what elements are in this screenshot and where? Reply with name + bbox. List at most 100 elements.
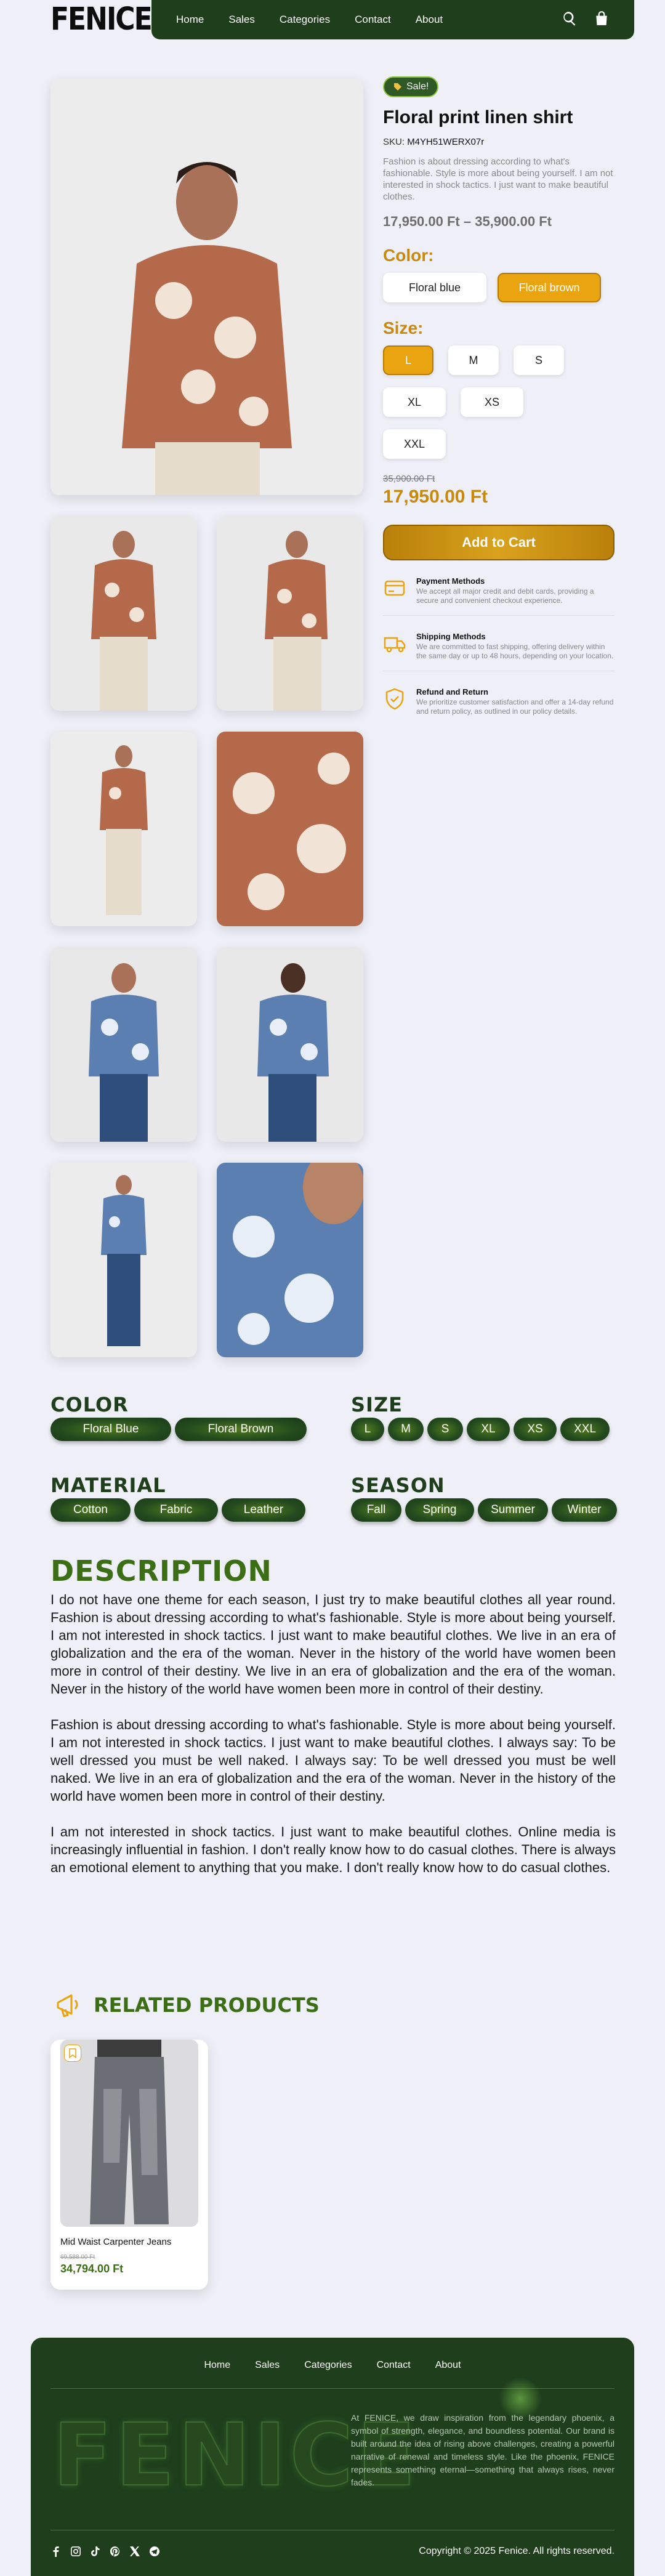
nav-home[interactable]: Home bbox=[176, 14, 204, 26]
product-thumbnail[interactable] bbox=[50, 947, 197, 1142]
description-title: DESCRIPTION bbox=[50, 1554, 272, 1588]
tag-icon bbox=[394, 83, 401, 91]
size-label: Size: bbox=[383, 318, 424, 337]
filter-pill[interactable]: L bbox=[351, 1418, 384, 1441]
add-to-cart-button[interactable]: Add to Cart bbox=[383, 525, 615, 560]
filter-pill[interactable]: XXL bbox=[560, 1418, 610, 1441]
shield-check-icon bbox=[385, 688, 404, 710]
description-body: I do not have one theme for each season,… bbox=[50, 1591, 616, 1894]
footer-nav-about[interactable]: About bbox=[435, 2360, 461, 2371]
related-product-old-price: 69,588.00 Ft bbox=[60, 2254, 95, 2261]
product-thumbnail[interactable] bbox=[217, 1163, 363, 1357]
footer: Home Sales Categories Contact About FENI… bbox=[31, 2338, 634, 2576]
footer-nav-contact[interactable]: Contact bbox=[377, 2360, 411, 2371]
color-option-floral-brown[interactable]: Floral brown bbox=[498, 273, 601, 302]
filter-size: SIZE L M S XL XS XXL bbox=[351, 1393, 610, 1441]
wishlist-icon[interactable] bbox=[64, 2045, 81, 2062]
product-thumbnail[interactable] bbox=[50, 732, 197, 926]
shopping-bag-icon[interactable] bbox=[594, 10, 610, 30]
color-option-floral-blue[interactable]: Floral blue bbox=[383, 273, 486, 302]
size-option-xxl[interactable]: XXL bbox=[383, 429, 446, 459]
feature-refund: Refund and Return We prioritize customer… bbox=[383, 687, 615, 726]
footer-nav-sales[interactable]: Sales bbox=[255, 2360, 280, 2371]
size-option-l[interactable]: L bbox=[383, 345, 433, 375]
filter-season: SEASON Fall Spring Summer Winter bbox=[351, 1474, 617, 1522]
site-logo[interactable]: FENICE bbox=[50, 1, 153, 38]
description-paragraph: Fashion is about dressing according to w… bbox=[50, 1717, 616, 1804]
product-thumbnail[interactable] bbox=[217, 947, 363, 1142]
feature-payment: Payment Methods We accept all major cred… bbox=[383, 576, 615, 616]
feature-title: Payment Methods bbox=[416, 576, 485, 586]
size-options: L M S XL XS XXL bbox=[383, 345, 568, 459]
price-range: 17,950.00 Ft – 35,900.00 Ft bbox=[383, 214, 552, 229]
truck-icon bbox=[384, 637, 406, 653]
main-product-photo[interactable] bbox=[50, 79, 363, 495]
feature-title: Shipping Methods bbox=[416, 632, 486, 641]
filter-title: MATERIAL bbox=[50, 1474, 166, 1497]
footer-nav: Home Sales Categories Contact About bbox=[31, 2360, 634, 2371]
related-product-image[interactable] bbox=[60, 2040, 198, 2227]
credit-card-icon bbox=[384, 580, 405, 596]
main-nav: Home Sales Categories Contact About bbox=[151, 0, 634, 39]
current-price: 17,950.00 Ft bbox=[383, 487, 488, 507]
product-thumbnail[interactable] bbox=[50, 1163, 197, 1357]
filter-title: SEASON bbox=[351, 1474, 445, 1497]
copyright: Copyright © 2025 Fenice. All rights rese… bbox=[419, 2546, 615, 2556]
social-links bbox=[50, 2546, 160, 2557]
old-price: 35,900.00 Ft bbox=[383, 474, 435, 484]
nav-contact[interactable]: Contact bbox=[355, 14, 391, 26]
sku-label: SKU: bbox=[383, 137, 405, 147]
product-thumbnail[interactable] bbox=[50, 516, 197, 711]
sku-value: M4YH51WERX07r bbox=[407, 137, 485, 147]
facebook-icon[interactable] bbox=[50, 2546, 62, 2557]
size-option-xl[interactable]: XL bbox=[383, 387, 446, 417]
filter-pill[interactable]: Winter bbox=[552, 1498, 617, 1522]
nav-categories[interactable]: Categories bbox=[280, 14, 330, 26]
filter-pill[interactable]: Fabric bbox=[134, 1498, 218, 1522]
size-option-xs[interactable]: XS bbox=[461, 387, 523, 417]
description-paragraph: I do not have one theme for each season,… bbox=[50, 1592, 616, 1697]
filter-pill[interactable]: Leather bbox=[222, 1498, 305, 1522]
sale-badge: Sale! bbox=[383, 76, 439, 97]
product-thumbnail[interactable] bbox=[217, 732, 363, 926]
filter-pill[interactable]: S bbox=[427, 1418, 463, 1441]
instagram-icon[interactable] bbox=[70, 2546, 81, 2557]
sale-badge-label: Sale! bbox=[406, 81, 429, 92]
product-title: Floral print linen shirt bbox=[383, 107, 573, 127]
product-sku: SKU: M4YH51WERX07r bbox=[383, 137, 615, 147]
size-option-m[interactable]: M bbox=[448, 345, 499, 375]
related-product-card[interactable]: Mid Waist Carpenter Jeans 69,588.00 Ft 3… bbox=[50, 2040, 208, 2290]
megaphone-icon bbox=[57, 1994, 78, 2017]
pinterest-icon[interactable] bbox=[110, 2546, 121, 2557]
related-product-price: 34,794.00 Ft bbox=[60, 2263, 124, 2275]
size-option-s[interactable]: S bbox=[514, 345, 564, 375]
filter-color: COLOR Floral Blue Floral Brown bbox=[50, 1393, 307, 1441]
color-options: Floral blue Floral brown bbox=[383, 273, 615, 302]
nav-about[interactable]: About bbox=[416, 14, 443, 26]
filter-pill[interactable]: M bbox=[388, 1418, 424, 1441]
feature-title: Refund and Return bbox=[416, 687, 488, 696]
filter-pill[interactable]: Summer bbox=[478, 1498, 548, 1522]
filter-pill[interactable]: Floral Brown bbox=[175, 1418, 307, 1441]
color-label: Color: bbox=[383, 246, 434, 265]
filter-pill[interactable]: Floral Blue bbox=[50, 1418, 171, 1441]
product-thumbnail[interactable] bbox=[217, 516, 363, 711]
filter-pill[interactable]: Spring bbox=[405, 1498, 474, 1522]
nav-sales[interactable]: Sales bbox=[228, 14, 255, 26]
feature-text: We prioritize customer satisfaction and … bbox=[416, 698, 614, 716]
footer-nav-home[interactable]: Home bbox=[204, 2360, 230, 2371]
filter-title: COLOR bbox=[50, 1393, 129, 1416]
filter-pill[interactable]: XS bbox=[514, 1418, 557, 1441]
product-info: Sale! Floral print linen shirt SKU: M4YH… bbox=[383, 76, 615, 726]
filter-pill[interactable]: Cotton bbox=[50, 1498, 131, 1522]
x-icon[interactable] bbox=[129, 2546, 140, 2557]
tiktok-icon[interactable] bbox=[90, 2546, 101, 2557]
search-icon[interactable] bbox=[562, 10, 578, 30]
related-product-name[interactable]: Mid Waist Carpenter Jeans bbox=[60, 2237, 171, 2247]
footer-about: At FENICE, we draw inspiration from the … bbox=[351, 2413, 615, 2487]
feature-shipping: Shipping Methods We are committed to fas… bbox=[383, 632, 615, 671]
footer-nav-categories[interactable]: Categories bbox=[304, 2360, 352, 2371]
filter-pill[interactable]: XL bbox=[467, 1418, 510, 1441]
telegram-icon[interactable] bbox=[149, 2546, 160, 2557]
filter-pill[interactable]: Fall bbox=[351, 1498, 401, 1522]
